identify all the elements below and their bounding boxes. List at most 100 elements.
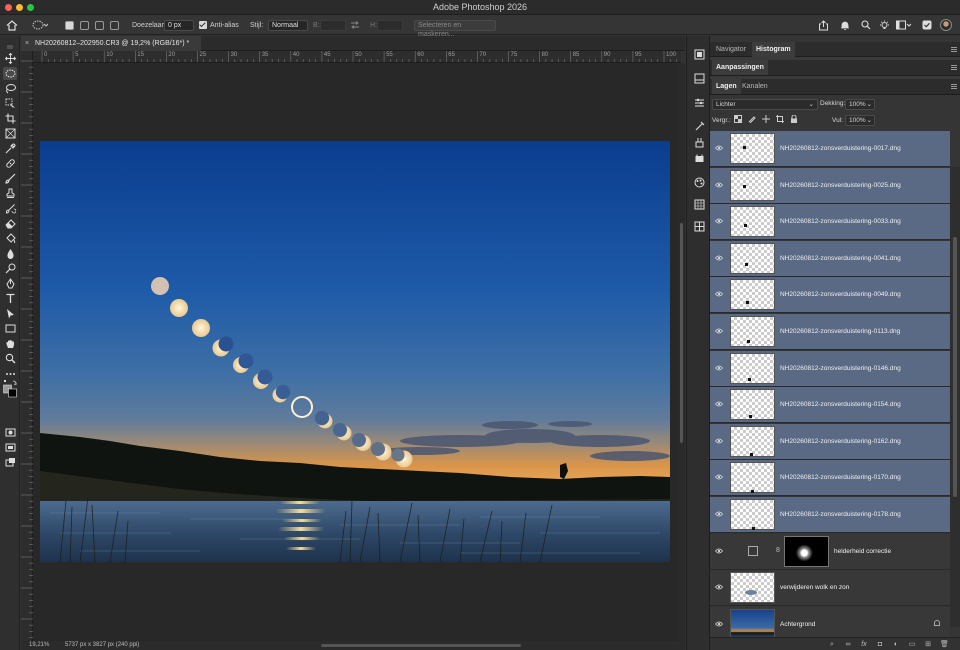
layer-thumbnail[interactable] [730,279,775,311]
lock-transparency-icon[interactable] [734,115,742,123]
navigator-panel-icon[interactable] [693,48,705,60]
layers-scrollbar[interactable] [950,167,960,627]
layer-thumbnail[interactable] [730,499,775,530]
visibility-eye-icon[interactable] [715,291,723,297]
layer-thumbnail[interactable] [730,352,775,384]
lock-pixels-icon[interactable] [748,115,756,123]
blend-mode-select[interactable]: Lichter ⌄ [712,99,818,110]
notification-bell-icon[interactable] [840,15,850,35]
visibility-eye-icon[interactable] [715,474,723,480]
horizontal-ruler[interactable]: 0 5 10 15 20 25 30 35 40 45 50 55 60 65 70 75 80 85 90 95 10… [33,51,681,63]
visibility-eye-icon[interactable] [715,621,723,627]
layer-row[interactable]: NH20260812-zonsverduistering-0041.dng [710,240,950,277]
layer-row[interactable]: NH20260812-zonsverduistering-0154.dng [710,387,950,424]
dodge-tool-icon[interactable] [3,262,17,275]
panel-menu-icon[interactable] [951,65,957,70]
layer-thumbnail[interactable] [730,206,775,238]
tab-histogram[interactable]: Histogram [752,42,795,57]
layer-thumbnail[interactable] [730,316,775,347]
swap-width-height-icon[interactable] [350,15,360,35]
home-icon[interactable] [6,15,18,35]
close-tab-icon[interactable]: × [25,36,29,51]
visibility-eye-icon[interactable] [715,365,723,371]
chain-link-icon[interactable]: 8 [776,547,780,554]
tab-adjustments[interactable]: Aanpassingen [712,60,768,75]
vertical-scroll-thumb[interactable] [680,223,683,443]
share-icon[interactable] [818,15,829,35]
layer-search-icon[interactable]: ⌕ [828,641,836,649]
new-layer-icon[interactable]: ⊞ [924,641,932,649]
brushes-panel-icon[interactable] [693,136,705,148]
visibility-eye-icon[interactable] [715,438,723,444]
layer-thumbnail[interactable] [730,133,775,164]
layer-row[interactable]: verwijderen wolk en zon [710,570,950,607]
new-group-icon[interactable]: ▭ [908,641,916,649]
add-mask-icon[interactable]: ◘ [876,641,884,649]
layer-thumbnail[interactable] [730,608,775,637]
visibility-eye-icon[interactable] [715,182,723,188]
zoom-tool-icon[interactable] [3,352,17,365]
visibility-eye-icon[interactable] [715,145,723,151]
intersect-selection-icon[interactable] [110,15,119,35]
panel-menu-icon[interactable] [951,84,957,89]
pen-tool-icon[interactable] [3,277,17,290]
layer-row[interactable]: NH20260812-zonsverduistering-0146.dng [710,350,950,387]
layer-row[interactable]: 8 helderheid correctie [710,533,950,570]
tab-channels[interactable]: Kanalen [738,79,772,94]
layer-thumbnail[interactable] [730,389,775,421]
eyedropper-tool-icon[interactable] [3,142,17,155]
levels-adjustment-icon[interactable] [748,545,758,556]
tab-layers[interactable]: Lagen [712,79,741,94]
vertical-ruler[interactable] [21,51,33,641]
document-tab[interactable]: × NH20260812–202950.CR3 @ 19,2% (RGB/16*… [21,36,201,51]
layer-row[interactable]: NH20260812-zonsverduistering-0017.dng [710,131,950,167]
color-swatches[interactable] [3,380,17,398]
adjustments-panel-icon[interactable] [693,96,705,108]
crop-tool-icon[interactable] [3,112,17,125]
styles-panel-icon[interactable] [693,176,705,188]
layer-thumbnail[interactable] [730,462,775,494]
path-selection-tool-icon[interactable] [3,307,17,320]
patterns-panel-icon[interactable] [693,220,705,232]
marquee-tool-preset-icon[interactable] [32,15,48,35]
lock-icon[interactable] [934,619,940,626]
swatches-panel-icon[interactable] [693,198,705,210]
workspace-layout-icon[interactable] [896,15,912,35]
visibility-eye-icon[interactable] [715,328,723,334]
opacity-input[interactable]: 100% ⌄ [845,99,875,110]
blur-tool-icon[interactable] [3,247,17,260]
layer-row[interactable]: NH20260812-zonsverduistering-0025.dng [710,167,950,204]
tab-navigator[interactable]: Navigator [712,42,750,57]
delete-layer-icon[interactable]: 🗑 [940,641,949,649]
layer-thumbnail[interactable] [730,572,775,604]
link-layers-icon[interactable]: ∞ [844,641,852,649]
layer-row[interactable]: NH20260812-zonsverduistering-0113.dng [710,314,950,350]
width-input[interactable] [320,19,346,31]
lock-artboard-icon[interactable] [776,115,784,123]
visibility-eye-icon[interactable] [715,548,723,554]
avatar[interactable] [940,15,952,35]
layer-row[interactable]: NH20260812-zonsverduistering-0178.dng [710,497,950,533]
visibility-eye-icon[interactable] [715,511,723,517]
horizontal-scroll-thumb[interactable] [321,644,521,647]
layer-row[interactable]: NH20260812-zonsverduistering-0033.dng [710,204,950,241]
height-input[interactable] [377,19,403,31]
eclipse-photo[interactable] [40,141,670,562]
history-brush-tool-icon[interactable] [3,202,17,215]
layer-row[interactable]: NH20260812-zonsverduistering-0162.dng [710,423,950,460]
cloud-sync-icon[interactable] [922,15,932,35]
layer-thumbnail[interactable] [730,242,775,274]
layer-row[interactable]: NH20260812-zonsverduistering-0049.dng [710,277,950,314]
new-selection-icon[interactable] [65,15,74,35]
lasso-tool-icon[interactable] [3,82,17,95]
properties-panel-icon[interactable] [693,120,705,132]
more-tools-icon[interactable] [3,367,17,380]
feather-input[interactable]: 0 px [164,19,194,31]
document-info[interactable]: 5737 px x 3827 px (240 ppi) [65,642,139,648]
zoom-level[interactable]: 19,21% [29,642,49,648]
move-tool-icon[interactable] [3,52,17,65]
visibility-eye-icon[interactable] [715,218,723,224]
visibility-eye-icon[interactable] [715,401,723,407]
frame-tool-icon[interactable] [3,127,17,140]
adjustment-layer-icon[interactable]: ◐ [892,641,900,649]
